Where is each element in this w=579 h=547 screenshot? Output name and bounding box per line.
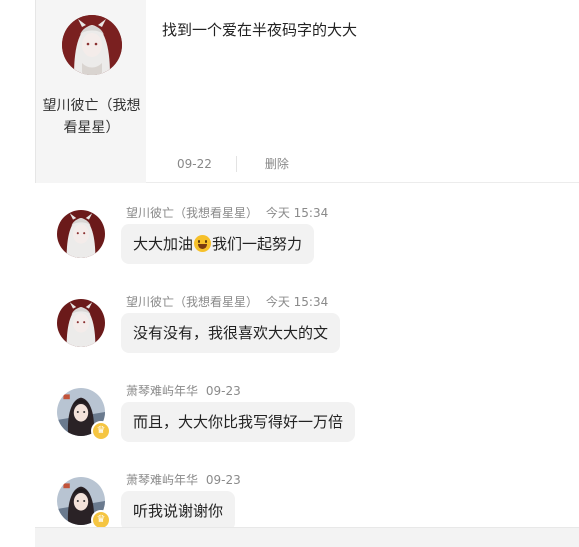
- grinning-face-icon: [194, 235, 212, 252]
- post-author-name[interactable]: 望川彼亡（我想看星星）: [40, 95, 143, 139]
- comment-header: 望川彼亡（我想看星星） 今天 15:34: [126, 204, 328, 221]
- divider: [235, 155, 237, 172]
- comment-author[interactable]: 萧琴难屿年华: [126, 384, 198, 398]
- post-meta: 09-22 删除: [177, 155, 289, 172]
- reply-bar: [35, 527, 579, 547]
- comment-text: 没有没有，我很喜欢大大的文: [133, 324, 329, 342]
- comment-bubble: 大大加油 我们一起努力: [121, 224, 315, 264]
- avatar[interactable]: [62, 15, 122, 75]
- post-date: 09-22: [177, 156, 212, 171]
- comment-text: 大大加油: [133, 235, 194, 253]
- comment-time: 今天 15:34: [265, 206, 329, 220]
- comment-time: 09-23: [205, 473, 241, 487]
- comment-time: 今天 15:34: [265, 295, 329, 309]
- comment-author[interactable]: 望川彼亡（我想看星星）: [126, 206, 258, 220]
- comment-author[interactable]: 萧琴难屿年华: [126, 473, 198, 487]
- comment-time: 09-23: [205, 384, 241, 398]
- comment-text: 我们一起努力: [212, 235, 303, 253]
- comment-bubble: 而且，大大你比我写得好一万倍: [121, 402, 356, 442]
- comment-header: 萧琴难屿年华 09-23: [126, 471, 241, 488]
- original-post: 望川彼亡（我想看星星） 找到一个爱在半夜码字的大大 09-22 删除: [35, 0, 579, 183]
- post-author-panel: 望川彼亡（我想看星星）: [35, 0, 146, 183]
- comment-header: 望川彼亡（我想看星星） 今天 15:34: [126, 293, 328, 310]
- comment-bubble: 没有没有，我很喜欢大大的文: [121, 313, 341, 353]
- comment-header: 萧琴难屿年华 09-23: [126, 382, 241, 399]
- comment-bubble: 听我说谢谢你: [121, 491, 236, 531]
- crown-badge-icon: ♛: [91, 421, 111, 441]
- comment-text: 听我说谢谢你: [133, 502, 224, 520]
- avatar[interactable]: [57, 210, 105, 258]
- avatar[interactable]: [57, 299, 105, 347]
- post-content: 找到一个爱在半夜码字的大大: [162, 21, 358, 39]
- delete-button[interactable]: 删除: [265, 155, 289, 172]
- comment-author[interactable]: 望川彼亡（我想看星星）: [126, 295, 258, 309]
- comment-text: 而且，大大你比我写得好一万倍: [133, 413, 344, 431]
